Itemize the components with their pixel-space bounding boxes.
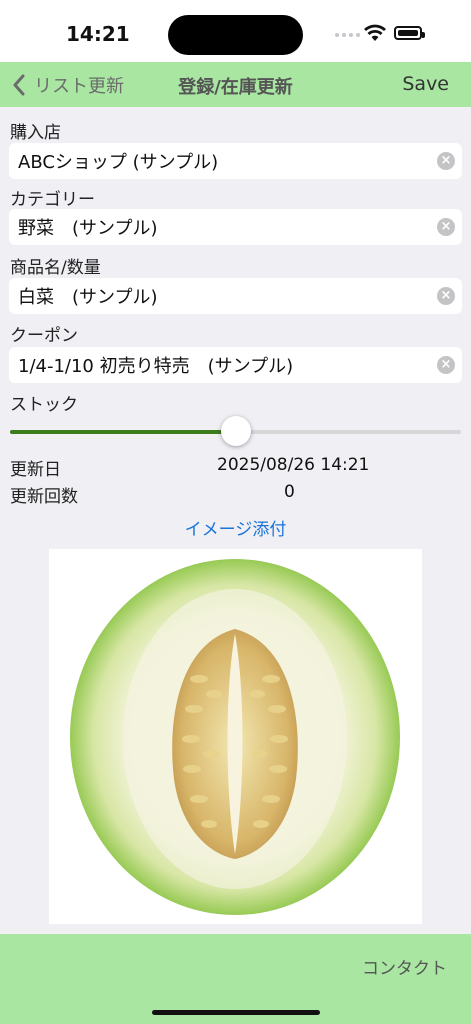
coupon-value: 1/4-1/10 初売り特売 (サンプル): [18, 356, 294, 377]
stock-slider[interactable]: [10, 416, 461, 446]
slider-thumb[interactable]: [220, 416, 251, 446]
attached-image[interactable]: [49, 549, 422, 924]
coupon-field[interactable]: 1/4-1/10 初売り特売 (サンプル) ×: [9, 347, 462, 383]
status-bar: 14:21: [0, 0, 471, 62]
wifi-icon: [364, 24, 386, 41]
clear-icon[interactable]: ×: [437, 218, 455, 236]
slider-fill: [10, 430, 236, 434]
melon-image: [70, 559, 400, 915]
battery-icon: [394, 26, 425, 40]
category-value: 野菜 (サンプル): [18, 218, 158, 239]
product-field[interactable]: 白菜 (サンプル) ×: [9, 278, 462, 314]
cellular-signal-icon: [335, 33, 360, 37]
save-button[interactable]: Save: [402, 73, 449, 95]
category-field[interactable]: 野菜 (サンプル) ×: [9, 209, 462, 245]
clear-icon[interactable]: ×: [437, 152, 455, 170]
update-count-label: 更新回数: [10, 487, 78, 507]
update-count-value: 0: [284, 482, 295, 502]
home-indicator[interactable]: [152, 1010, 320, 1015]
updated-date-label: 更新日: [10, 460, 61, 480]
category-label: カテゴリー: [10, 190, 95, 210]
attach-image-link[interactable]: イメージ添付: [0, 515, 471, 540]
clear-icon[interactable]: ×: [437, 356, 455, 374]
product-value: 白菜 (サンプル): [18, 287, 158, 308]
footer-bar: コンタクト: [0, 934, 471, 1024]
stock-label: ストック: [10, 395, 78, 415]
clear-icon[interactable]: ×: [437, 287, 455, 305]
navigation-bar: リスト更新 登録/在庫更新 Save: [0, 62, 471, 107]
page-title: 登録/在庫更新: [178, 77, 293, 98]
store-value: ABCショップ (サンプル): [18, 152, 219, 173]
coupon-label: クーポン: [10, 326, 78, 346]
updated-date-value: 2025/08/26 14:21: [217, 455, 370, 475]
dynamic-island: [168, 15, 303, 55]
contact-button[interactable]: コンタクト: [362, 954, 447, 979]
status-time: 14:21: [66, 22, 130, 46]
store-field[interactable]: ABCショップ (サンプル) ×: [9, 143, 462, 179]
store-label: 購入店: [10, 123, 61, 143]
product-label: 商品名/数量: [10, 258, 101, 278]
